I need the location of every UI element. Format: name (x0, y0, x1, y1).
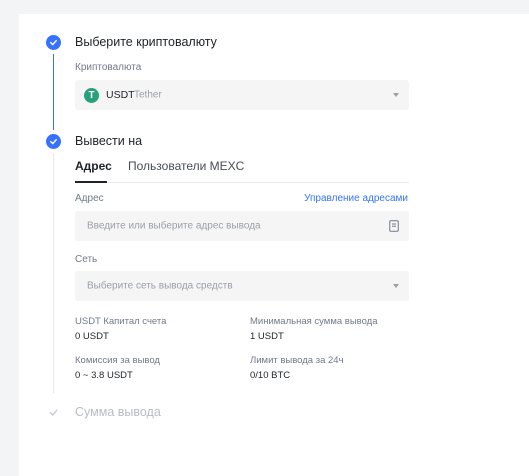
step-1-title: Выберите криптовалюту (75, 35, 217, 49)
limit-label: Лимит вывода за 24ч (250, 355, 344, 366)
step-3-title: Сумма вывода (75, 405, 161, 419)
limit-value: 0/10 BTC (250, 370, 291, 381)
coin-name: Tether (134, 89, 162, 101)
withdraw-card: Выберите криптовалюту Криптовалюта T USD… (19, 14, 529, 476)
tab-divider (75, 182, 409, 183)
step-1-check-icon (46, 35, 61, 50)
step-2-check-icon (46, 134, 61, 149)
manage-addresses-link[interactable]: Управление адресами (304, 193, 408, 204)
step-2-title: Вывести на (75, 134, 143, 148)
address-field-label: Адрес (75, 193, 104, 204)
crypto-field-label: Криптовалюта (75, 62, 142, 73)
min-withdraw-label: Минимальная сумма вывода (250, 316, 378, 327)
tab-active-indicator (75, 181, 107, 183)
coin-symbol: USDT (106, 89, 135, 101)
step-2-connector (53, 153, 54, 393)
crypto-select[interactable]: T USDT Tether (75, 80, 409, 110)
balance-label: USDT Капитал счета (75, 316, 167, 327)
address-input[interactable]: Введите или выберите адрес вывода (75, 211, 409, 241)
network-placeholder: Выберите сеть вывода средств (87, 280, 233, 292)
tab-address[interactable]: Адрес (75, 159, 112, 173)
address-book-icon[interactable] (389, 220, 399, 232)
fee-label: Комиссия за вывод (75, 355, 160, 366)
step-3-check-icon (46, 405, 61, 420)
tether-coin-icon: T (84, 88, 99, 103)
fee-value: 0 ~ 3.8 USDT (75, 370, 133, 381)
tab-mexc-users[interactable]: Пользователи MEXC (128, 159, 244, 173)
network-field-label: Сеть (75, 254, 98, 265)
chevron-down-icon (393, 93, 399, 97)
address-placeholder: Введите или выберите адрес вывода (87, 220, 261, 232)
step-1-connector (53, 54, 54, 130)
min-withdraw-value: 1 USDT (250, 331, 284, 342)
balance-value: 0 USDT (75, 331, 109, 342)
chevron-down-icon (393, 284, 399, 288)
network-select[interactable]: Выберите сеть вывода средств (75, 271, 409, 301)
